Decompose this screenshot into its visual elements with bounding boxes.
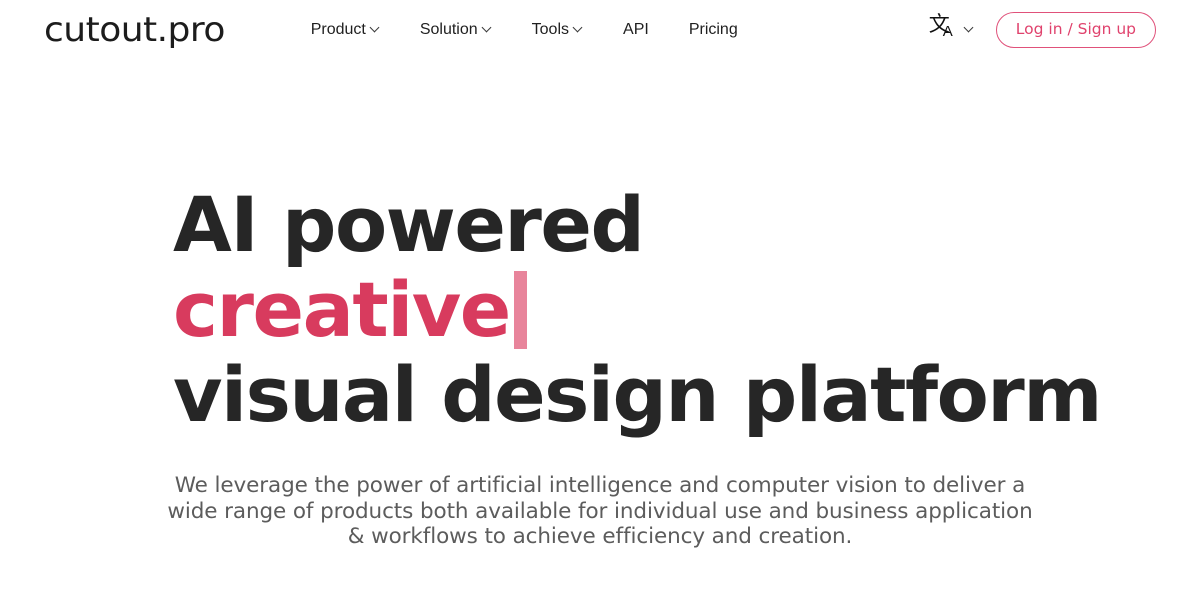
hero-headline-line-3: visual design platform: [173, 350, 1102, 439]
hero-headline-line-1: AI powered: [173, 180, 645, 269]
chevron-down-icon: [483, 24, 492, 33]
hero-subtitle-line-1: We leverage the power of artificial inte…: [174, 473, 1026, 498]
language-selector[interactable]: 文 A: [929, 14, 974, 44]
nav-item-solution[interactable]: Solution: [400, 15, 512, 45]
translate-icon: 文 A: [929, 14, 959, 44]
hero-subtitle: We leverage the power of artificial inte…: [0, 473, 1200, 550]
login-signup-button[interactable]: Log in / Sign up: [995, 11, 1156, 49]
translate-icon-latin: A: [942, 23, 953, 40]
nav-item-label: API: [623, 21, 649, 38]
nav-item-tools[interactable]: Tools: [512, 15, 603, 45]
hero-headline-line-2: creative: [173, 267, 1200, 352]
hero-section: AI powered creative visual design platfo…: [0, 60, 1200, 550]
hero-headline-typed-word: creative: [173, 265, 511, 354]
hero-subtitle-line-2: wide range of products both available fo…: [167, 498, 1033, 524]
typing-caret: [513, 270, 527, 349]
nav-item-label: Product: [310, 21, 366, 38]
site-header: cutout.pro Product Solution Tools API Pr…: [0, 0, 1200, 60]
nav-item-label: Pricing: [688, 21, 738, 38]
hero-subtitle-line-3: & workflows to achieve efficiency and cr…: [347, 524, 853, 549]
nav-item-label: Solution: [419, 21, 478, 38]
logo[interactable]: cutout.pro: [44, 13, 225, 47]
nav-item-api[interactable]: API: [603, 15, 669, 45]
header-actions: 文 A Log in / Sign up: [929, 11, 1156, 49]
main-navigation: Product Solution Tools API Pricing: [291, 15, 758, 45]
nav-item-pricing[interactable]: Pricing: [669, 15, 758, 45]
nav-item-product[interactable]: Product: [291, 15, 400, 45]
chevron-down-icon: [371, 24, 380, 33]
chevron-down-icon: [574, 24, 583, 33]
nav-item-label: Tools: [531, 21, 570, 38]
chevron-down-icon: [965, 24, 974, 33]
